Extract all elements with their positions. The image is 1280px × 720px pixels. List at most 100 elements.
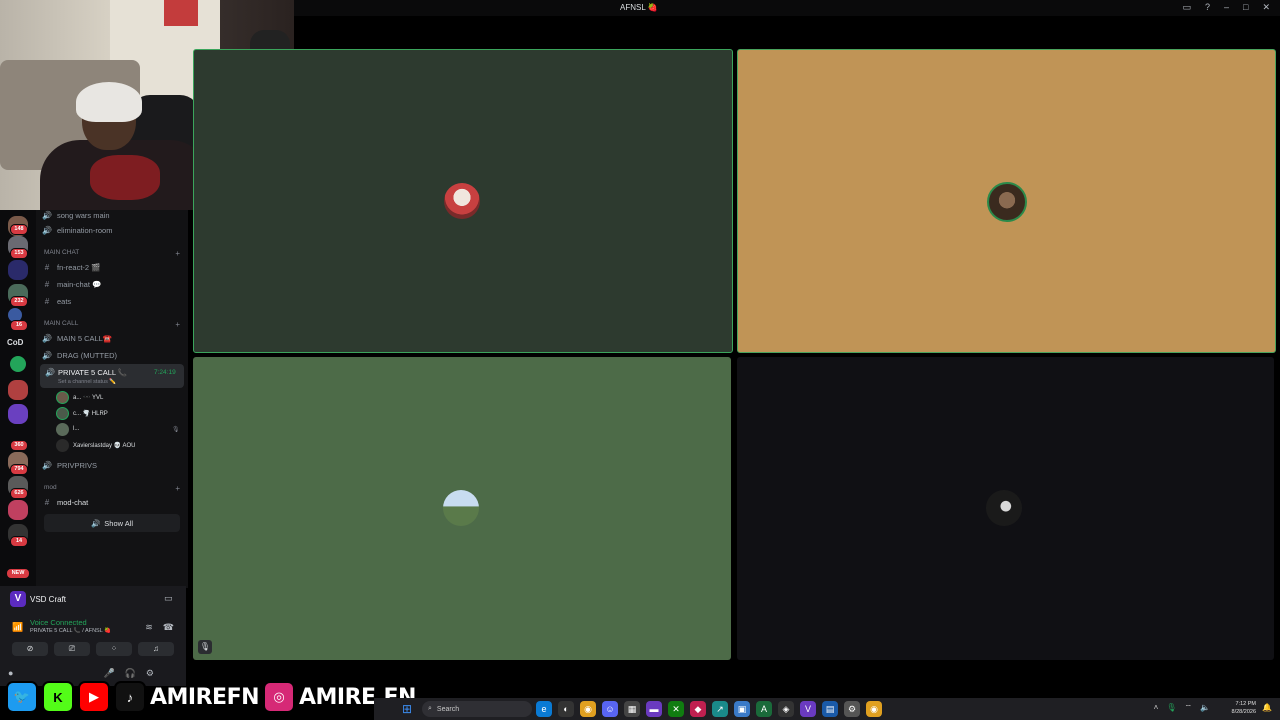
channel-label: mod-chat — [57, 497, 89, 507]
server-badge-2: 153 — [10, 248, 28, 259]
settings-icon[interactable]: ⚙ — [844, 701, 860, 717]
kick-icon: K — [42, 681, 74, 713]
vencord-icon[interactable]: V — [800, 701, 816, 717]
avatar — [443, 490, 479, 526]
category-main-chat[interactable]: MAIN CHAT + — [44, 249, 180, 258]
channel-fn-react-2[interactable]: # fn-react-2 🎬 — [42, 260, 182, 274]
hash-icon: # — [44, 296, 50, 306]
server-icon-6[interactable] — [8, 380, 28, 400]
chrome-icon[interactable]: ◉ — [580, 701, 596, 717]
video-tile-4[interactable] — [737, 357, 1274, 660]
add-channel-icon[interactable]: + — [175, 320, 180, 329]
channel-main-5-call[interactable]: 🔊 MAIN 5 CALL☎️ — [42, 331, 182, 345]
avatar[interactable]: ● — [8, 668, 13, 679]
voice-user-name: Xavierslastday 💀 AOU — [73, 442, 136, 449]
webcam-headphones — [76, 82, 142, 122]
voice-user[interactable]: Xavierslastday 💀 AOU — [56, 438, 136, 452]
video-tile-3[interactable] — [193, 357, 731, 660]
category-mod[interactable]: mod + — [44, 484, 180, 493]
app-icon[interactable]: ▬ — [646, 701, 662, 717]
channel-label: eats — [57, 296, 72, 306]
channel-mod-chat[interactable]: # mod-chat — [42, 495, 182, 509]
headset-icon[interactable]: 🎧 — [125, 668, 136, 679]
speaker-icon: 🔊 — [42, 350, 52, 360]
monitor-icon[interactable]: ▭ — [164, 593, 173, 604]
channel-privprivs[interactable]: 🔊 PRIVPRIVS — [42, 458, 182, 472]
server-icon-10[interactable] — [8, 500, 28, 520]
app-icon[interactable]: ◆ — [690, 701, 706, 717]
activities-button[interactable]: ⁘ — [96, 642, 132, 656]
avatar — [56, 406, 69, 420]
channel-label: DRAG (MUTTED) — [57, 350, 117, 360]
server-icon-3[interactable] — [8, 260, 28, 280]
taskbar-clock[interactable]: 7:12 PM 8/28/2026 — [1232, 700, 1256, 716]
app-icon[interactable]: A — [756, 701, 772, 717]
windows-start-icon[interactable]: ⊞ — [402, 702, 412, 716]
notification-icon[interactable]: 🔔 — [1262, 703, 1272, 712]
server-icon-kick[interactable] — [10, 356, 26, 372]
channel-status[interactable]: Set a channel status ✏️ — [58, 379, 116, 385]
signal-icon[interactable]: 📶 — [12, 622, 23, 633]
channel-elimination-room[interactable]: 🔊 elimination-room — [42, 223, 182, 237]
noise-suppression-icon[interactable]: ≋ — [145, 622, 153, 633]
voice-panel: V VSD Craft ▭ 📶 Voice Connected PRIVATE … — [0, 586, 186, 686]
active-channel-name: PRIVATE 5 CALL 📞 — [58, 368, 128, 377]
call-timer: 7:24:19 — [154, 369, 176, 376]
channel-list: 🔊 song wars main 🔊 elimination-room MAIN… — [36, 210, 188, 588]
mute-icon[interactable]: 🎙 — [198, 640, 212, 654]
video-tile-1[interactable] — [193, 49, 733, 353]
server-cod[interactable]: CoD — [7, 338, 23, 347]
voice-channel-path[interactable]: PRIVATE 5 CALL 📞 / AFNSL 🍓 — [30, 628, 111, 634]
category-main-call[interactable]: MAIN CALL + — [44, 320, 180, 329]
inbox-icon[interactable]: ▭ — [1182, 2, 1191, 13]
microphone-icon[interactable]: 🎙 — [1166, 703, 1176, 713]
edge-icon[interactable]: e — [536, 701, 552, 717]
vsd-craft-icon[interactable]: V — [10, 591, 26, 607]
app-icon[interactable]: ▣ — [734, 701, 750, 717]
screen-share-button[interactable]: ⎚ — [54, 642, 90, 656]
add-channel-icon[interactable]: + — [175, 249, 180, 258]
video-tile-2[interactable] — [737, 49, 1276, 353]
wifi-icon[interactable]: ⌔ — [1185, 703, 1193, 713]
app-icon[interactable]: ◈ — [778, 701, 794, 717]
channel-eats[interactable]: # eats — [42, 294, 182, 308]
speaker-icon: 🔊 — [42, 225, 52, 235]
server-badge-5: 16 — [10, 320, 28, 331]
clock-date: 8/28/2026 — [1231, 709, 1256, 715]
voice-user[interactable]: c... 🌪️ HLRP — [56, 406, 108, 420]
show-all-button[interactable]: 🔊 Show All — [44, 514, 180, 532]
discord-icon[interactable]: ☺ — [602, 701, 618, 717]
app-icon[interactable]: ◐ — [558, 701, 574, 717]
microphone-icon[interactable]: 🎤 — [103, 668, 114, 679]
calculator-icon[interactable]: ▦ — [624, 701, 640, 717]
server-badge-4: 232 — [10, 296, 28, 307]
voice-connected-status[interactable]: Voice Connected — [30, 618, 87, 627]
close-button[interactable]: ✕ — [1262, 2, 1270, 13]
app-icon[interactable]: ↗ — [712, 701, 728, 717]
app-icon[interactable]: ▤ — [822, 701, 838, 717]
camera-off-button[interactable]: ⊘ — [12, 642, 48, 656]
server-icon-7[interactable] — [8, 404, 28, 424]
add-channel-icon[interactable]: + — [175, 484, 180, 493]
search-placeholder: Search — [436, 705, 460, 713]
voice-user[interactable]: l... 🎙 — [56, 422, 180, 436]
help-icon[interactable]: ? — [1205, 2, 1210, 13]
channel-drag-muted[interactable]: 🔊 DRAG (MUTTED) — [42, 348, 182, 362]
minimize-button[interactable]: – — [1224, 2, 1229, 13]
channel-main-chat[interactable]: # main-chat 💬 — [42, 277, 182, 291]
vsd-craft-name[interactable]: VSD Craft — [30, 595, 66, 604]
settings-icon[interactable]: ⚙ — [146, 668, 154, 679]
channel-label: MAIN 5 CALL☎️ — [57, 333, 113, 343]
taskbar-search[interactable]: ⌕ Search — [422, 701, 532, 717]
chevron-up-icon[interactable]: ˄ — [1154, 703, 1159, 713]
xbox-icon[interactable]: ✕ — [668, 701, 684, 717]
maximize-button[interactable]: □ — [1243, 2, 1248, 13]
soundboard-button[interactable]: ♫ — [138, 642, 174, 656]
disconnect-icon[interactable]: ☎ — [163, 622, 174, 633]
avatar — [56, 422, 69, 436]
chrome-icon[interactable]: ◉ — [866, 701, 882, 717]
volume-icon[interactable]: 🔈 — [1200, 703, 1210, 713]
channel-song-wars[interactable]: 🔊 song wars main — [42, 208, 182, 222]
voice-user[interactable]: a... 🕶️ YVL — [56, 390, 103, 404]
server-badge-11: 626 — [10, 488, 28, 499]
